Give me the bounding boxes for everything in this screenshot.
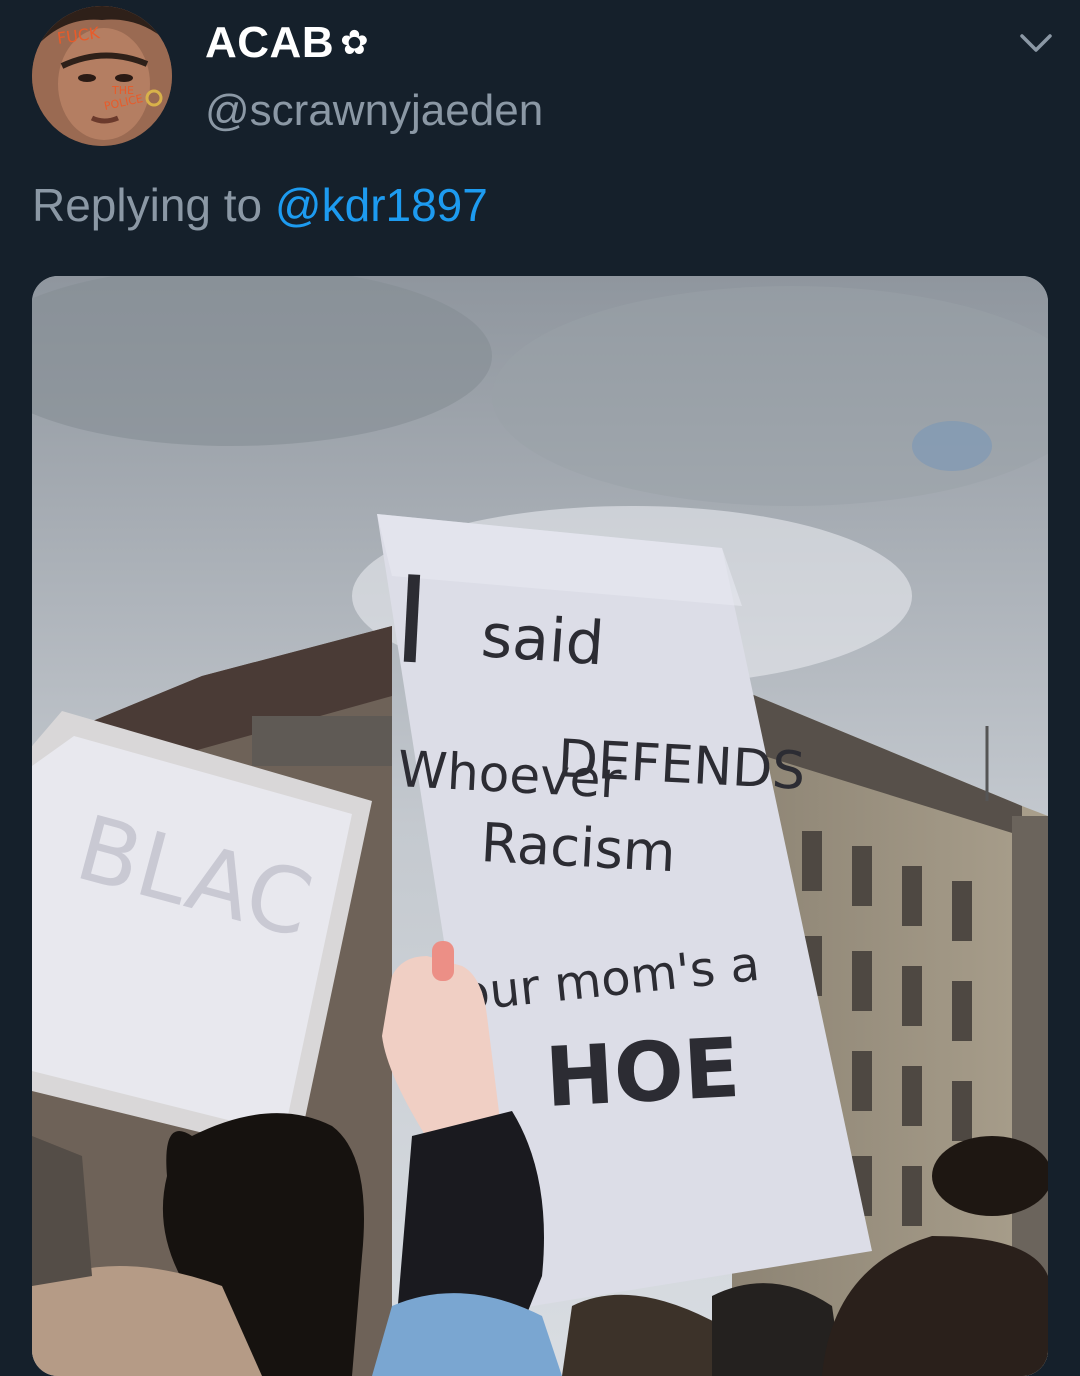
author-name-row[interactable]: ACAB ✿ [205, 18, 369, 68]
reply-mention-link[interactable]: @kdr1897 [275, 179, 488, 231]
sign-text-6: HOE [543, 1021, 742, 1126]
flower-emoji: ✿ [340, 24, 369, 62]
tweet-media-photo[interactable]: BLAC I said Whoever DEFENDS Racism our m… [32, 276, 1048, 1376]
sign-text-4: Racism [479, 811, 677, 884]
chevron-down-icon[interactable] [1016, 28, 1056, 58]
user-handle[interactable]: @scrawnyjaeden [205, 86, 543, 136]
reply-context: Replying to @kdr1897 [32, 178, 488, 232]
sign-text-2: said [479, 601, 606, 679]
sign-text-1: I [390, 551, 433, 692]
avatar-image: FUCK THE POLICE [32, 6, 172, 146]
protest-photo: BLAC I said Whoever DEFENDS Racism our m… [32, 276, 1048, 1376]
avatar[interactable]: FUCK THE POLICE [32, 6, 172, 146]
display-name[interactable]: ACAB [205, 18, 334, 68]
reply-prefix: Replying to [32, 179, 275, 231]
